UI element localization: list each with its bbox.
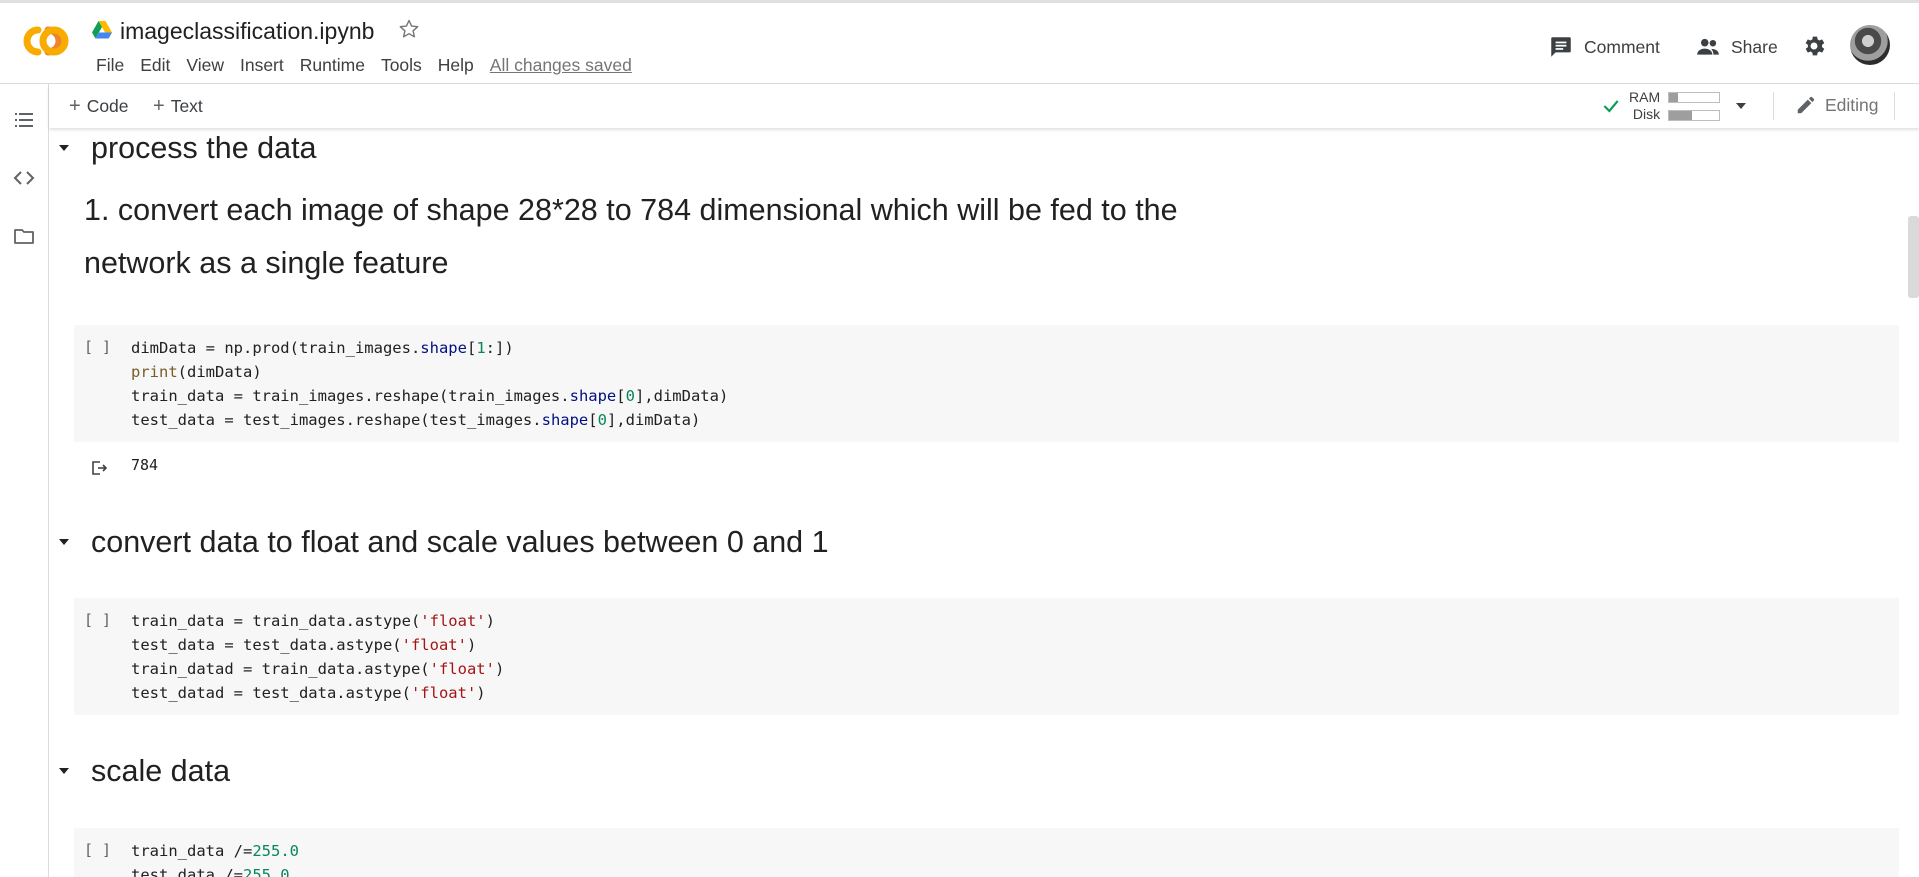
markdown-text-cell[interactable]: 1. convert each image of shape 28*28 to … (84, 184, 1178, 290)
add-text-cell-button[interactable]: + Text (153, 94, 203, 118)
code-editor[interactable]: dimData = np.prod(train_images.shape[1:]… (131, 336, 728, 432)
colab-logo-icon[interactable] (14, 21, 72, 61)
google-drive-icon[interactable] (92, 21, 112, 39)
resource-labels: RAM Disk (1629, 89, 1660, 123)
menu-runtime[interactable]: Runtime (292, 53, 373, 77)
share-button[interactable]: Share (1695, 31, 1778, 63)
plus-icon: + (153, 95, 165, 117)
files-folder-icon[interactable] (12, 224, 36, 248)
code-editor[interactable]: train_data = train_data.astype('float') … (131, 609, 504, 705)
table-of-contents-icon[interactable] (12, 108, 36, 132)
ram-usage-fill (1669, 92, 1679, 102)
cell-output: 784 (74, 456, 374, 482)
disk-usage-fill (1669, 110, 1692, 120)
save-status-link[interactable]: All changes saved (490, 53, 632, 77)
disk-usage-bar (1668, 109, 1721, 121)
ram-label: RAM (1629, 89, 1661, 105)
output-exit-icon[interactable] (89, 458, 109, 478)
code-cell[interactable]: [ ] train_data /=255.0 test_data /=255.0 (74, 828, 1899, 877)
add-code-cell-button[interactable]: + Code (69, 94, 129, 118)
run-cell-button[interactable]: [ ] (84, 338, 111, 356)
editing-mode-button[interactable]: Editing (1795, 94, 1879, 116)
output-text: 784 (131, 456, 159, 474)
toolbar-divider (1894, 92, 1895, 120)
editing-label: Editing (1825, 94, 1879, 115)
resource-bars (1668, 91, 1721, 121)
left-sidebar (0, 84, 49, 877)
code-cell[interactable]: [ ] dimData = np.prod(train_images.shape… (74, 325, 1899, 442)
plus-icon: + (69, 95, 81, 117)
section-heading-scale-data: scale data (49, 751, 230, 791)
disk-label: Disk (1632, 106, 1661, 122)
menu-tools[interactable]: Tools (373, 53, 430, 77)
menu-view[interactable]: View (178, 53, 232, 77)
add-text-label: Text (170, 96, 203, 116)
comment-icon (1551, 37, 1571, 57)
markdown-line: 1. convert each image of shape 28*28 to … (84, 193, 1178, 227)
app-header: imageclassification.ipynb File Edit View… (0, 3, 1919, 84)
add-code-label: Code (86, 96, 129, 116)
section-heading-convert-float: convert data to float and scale values b… (49, 522, 829, 562)
menu-edit[interactable]: Edit (132, 53, 178, 77)
notebook-title[interactable]: imageclassification.ipynb (120, 15, 374, 47)
gear-icon[interactable] (1801, 33, 1827, 59)
comment-label: Comment (1584, 36, 1660, 57)
collapse-section-triangle-icon[interactable] (57, 141, 71, 155)
section-title: scale data (91, 754, 231, 788)
section-title: convert data to float and scale values b… (91, 525, 829, 559)
notebook-toolbar: + Code + Text RAM Disk Editing (49, 84, 1919, 128)
menu-insert[interactable]: Insert (232, 53, 292, 77)
collapse-section-triangle-icon[interactable] (57, 764, 71, 778)
menu-file[interactable]: File (88, 53, 132, 77)
user-avatar[interactable] (1850, 25, 1890, 65)
pencil-icon (1797, 96, 1815, 114)
markdown-line: network as a single feature (84, 246, 449, 280)
menu-bar: File Edit View Insert Runtime Tools Help… (88, 53, 632, 77)
collapse-header-chevron-up-icon[interactable] (1915, 92, 1919, 120)
star-icon[interactable] (397, 17, 421, 41)
notebook-scrollbar[interactable] (1908, 216, 1919, 298)
section-heading-process-data: process the data (49, 128, 317, 168)
notebook-content: process the data 1. convert each image o… (49, 128, 1919, 877)
connected-check-icon (1603, 100, 1619, 113)
toolbar-divider (1773, 92, 1774, 120)
code-editor[interactable]: train_data /=255.0 test_data /=255.0 (131, 839, 299, 877)
runtime-resources-button[interactable]: RAM Disk (1601, 88, 1748, 124)
menu-help[interactable]: Help (430, 53, 482, 77)
comment-button[interactable]: Comment (1548, 31, 1660, 63)
run-cell-button[interactable]: [ ] (84, 611, 111, 629)
run-cell-button[interactable]: [ ] (84, 841, 111, 859)
chevron-down-icon (1736, 103, 1747, 109)
share-label: Share (1731, 36, 1778, 57)
people-icon (1697, 38, 1719, 55)
code-cell[interactable]: [ ] train_data = train_data.astype('floa… (74, 598, 1899, 715)
ram-usage-bar (1668, 91, 1721, 103)
section-title: process the data (91, 131, 317, 165)
code-snippets-icon[interactable] (12, 166, 36, 190)
collapse-section-triangle-icon[interactable] (57, 535, 71, 549)
